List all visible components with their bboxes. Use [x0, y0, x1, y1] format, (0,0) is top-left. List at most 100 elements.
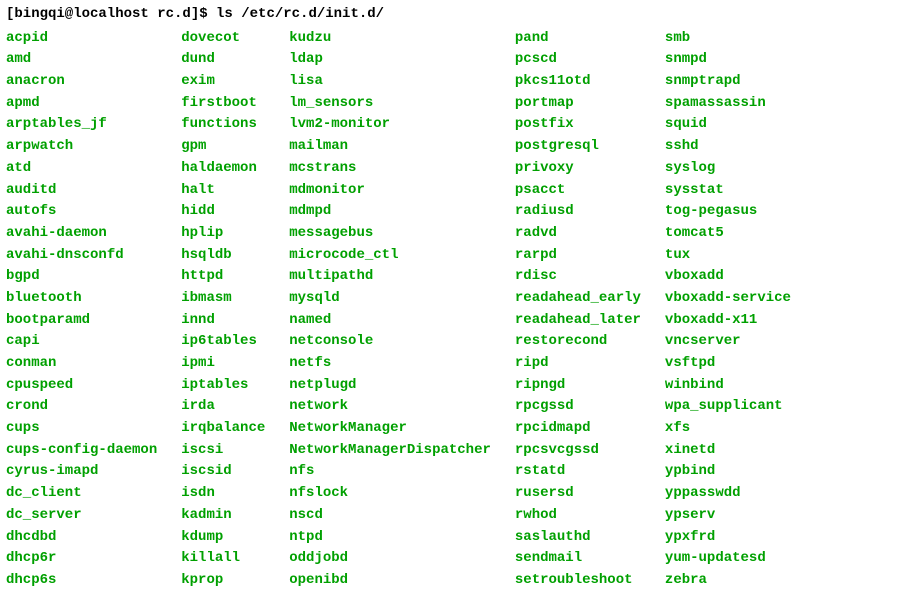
file-entry: ypbind [665, 461, 791, 483]
listing-column: pandpcscdpkcs11otdportmappostfixpostgres… [515, 28, 665, 592]
terminal-prompt: [bingqi@localhost rc.d]$ ls /etc/rc.d/in… [6, 4, 908, 26]
file-entry: nscd [289, 505, 491, 527]
file-entry: ip6tables [181, 331, 265, 353]
file-entry: hplip [181, 223, 265, 245]
file-entry: wpa_supplicant [665, 396, 791, 418]
file-entry: zebra [665, 570, 791, 592]
file-entry: bluetooth [6, 288, 157, 310]
file-entry: tomcat5 [665, 223, 791, 245]
file-entry: dovecot [181, 28, 265, 50]
file-entry: rdisc [515, 266, 641, 288]
file-entry: halt [181, 180, 265, 202]
listing-column: dovecotdundeximfirstbootfunctionsgpmhald… [181, 28, 289, 592]
file-entry: irda [181, 396, 265, 418]
file-entry: dund [181, 49, 265, 71]
file-entry: kadmin [181, 505, 265, 527]
file-entry: postgresql [515, 136, 641, 158]
file-entry: lvm2-monitor [289, 114, 491, 136]
listing-column: smbsnmpdsnmptrapdspamassassinsquidsshdsy… [665, 28, 791, 592]
file-entry: autofs [6, 201, 157, 223]
file-entry: pkcs11otd [515, 71, 641, 93]
file-entry: netplugd [289, 375, 491, 397]
file-entry: setroubleshoot [515, 570, 641, 592]
file-entry: rusersd [515, 483, 641, 505]
file-entry: portmap [515, 93, 641, 115]
file-entry: ypxfrd [665, 527, 791, 549]
file-entry: microcode_ctl [289, 245, 491, 267]
file-entry: dc_client [6, 483, 157, 505]
file-entry: syslog [665, 158, 791, 180]
file-entry: rpcgssd [515, 396, 641, 418]
file-entry: netconsole [289, 331, 491, 353]
file-entry: anacron [6, 71, 157, 93]
file-entry: vboxadd [665, 266, 791, 288]
file-entry: xinetd [665, 440, 791, 462]
file-entry: arptables_jf [6, 114, 157, 136]
file-entry: killall [181, 548, 265, 570]
file-entry: vsftpd [665, 353, 791, 375]
file-entry: cups [6, 418, 157, 440]
file-entry: ibmasm [181, 288, 265, 310]
file-entry: amd [6, 49, 157, 71]
file-entry: bootparamd [6, 310, 157, 332]
file-entry: isdn [181, 483, 265, 505]
file-entry: squid [665, 114, 791, 136]
file-entry: psacct [515, 180, 641, 202]
file-entry: yppasswdd [665, 483, 791, 505]
file-entry: kprop [181, 570, 265, 592]
file-entry: smb [665, 28, 791, 50]
file-entry: dhcp6r [6, 548, 157, 570]
file-entry: readahead_early [515, 288, 641, 310]
file-entry: haldaemon [181, 158, 265, 180]
file-entry: mysqld [289, 288, 491, 310]
file-entry: radiusd [515, 201, 641, 223]
file-entry: lm_sensors [289, 93, 491, 115]
file-entry: rpcsvcgssd [515, 440, 641, 462]
file-entry: NetworkManager [289, 418, 491, 440]
file-entry: nfslock [289, 483, 491, 505]
file-entry: pand [515, 28, 641, 50]
file-entry: rarpd [515, 245, 641, 267]
file-entry: atd [6, 158, 157, 180]
file-entry: rstatd [515, 461, 641, 483]
file-entry: dhcdbd [6, 527, 157, 549]
file-entry: ypserv [665, 505, 791, 527]
file-entry: readahead_later [515, 310, 641, 332]
file-entry: winbind [665, 375, 791, 397]
file-entry: crond [6, 396, 157, 418]
file-entry: mdmpd [289, 201, 491, 223]
file-entry: irqbalance [181, 418, 265, 440]
file-entry: conman [6, 353, 157, 375]
file-entry: vncserver [665, 331, 791, 353]
file-entry: functions [181, 114, 265, 136]
file-entry: rwhod [515, 505, 641, 527]
file-entry: hidd [181, 201, 265, 223]
file-entry: avahi-dnsconfd [6, 245, 157, 267]
file-entry: mcstrans [289, 158, 491, 180]
file-entry: openibd [289, 570, 491, 592]
file-entry: sshd [665, 136, 791, 158]
file-entry: yum-updatesd [665, 548, 791, 570]
file-entry: apmd [6, 93, 157, 115]
file-entry: sendmail [515, 548, 641, 570]
directory-listing: acpidamdanacronapmdarptables_jfarpwatcha… [6, 28, 908, 592]
file-entry: tux [665, 245, 791, 267]
file-entry: iscsid [181, 461, 265, 483]
file-entry: xfs [665, 418, 791, 440]
file-entry: tog-pegasus [665, 201, 791, 223]
file-entry: mailman [289, 136, 491, 158]
file-entry: ldap [289, 49, 491, 71]
file-entry: sysstat [665, 180, 791, 202]
file-entry: vboxadd-x11 [665, 310, 791, 332]
file-entry: cups-config-daemon [6, 440, 157, 462]
file-entry: radvd [515, 223, 641, 245]
file-entry: gpm [181, 136, 265, 158]
file-entry: mdmonitor [289, 180, 491, 202]
file-entry: dc_server [6, 505, 157, 527]
file-entry: messagebus [289, 223, 491, 245]
file-entry: named [289, 310, 491, 332]
file-entry: httpd [181, 266, 265, 288]
listing-column: kudzuldaplisalm_sensorslvm2-monitormailm… [289, 28, 515, 592]
file-entry: cpuspeed [6, 375, 157, 397]
file-entry: firstboot [181, 93, 265, 115]
